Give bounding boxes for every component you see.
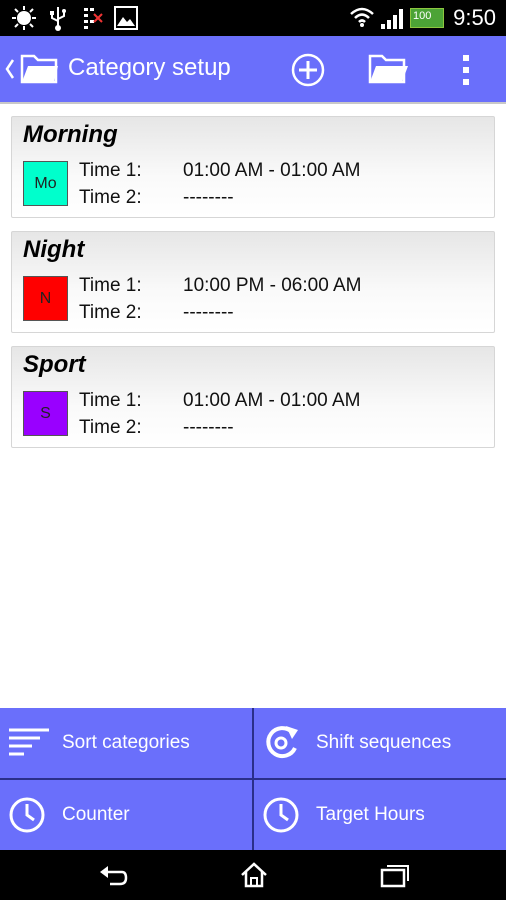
time1-value: 10:00 PM - 06:00 AM — [183, 275, 362, 296]
time2-value: -------- — [183, 302, 234, 323]
overflow-menu-icon[interactable] — [460, 52, 472, 88]
action-bar-divider — [0, 102, 506, 104]
category-abbr: N — [39, 289, 52, 307]
sort-categories-label: Sort categories — [62, 732, 190, 753]
image-icon — [114, 6, 138, 30]
back-icon[interactable] — [98, 862, 128, 888]
clock-time: 9:50 — [453, 5, 496, 30]
category-name: Sport — [23, 351, 86, 378]
clock-icon — [263, 797, 299, 833]
page-title: Category setup — [68, 54, 231, 81]
back-chevron-icon[interactable] — [4, 58, 16, 80]
category-abbr: S — [40, 404, 51, 422]
clock-icon — [9, 797, 45, 833]
category-abbr: Mo — [34, 174, 57, 192]
refresh-icon — [266, 726, 298, 759]
time2-label: Time 2: — [79, 417, 142, 438]
battery-icon: 100 — [410, 8, 444, 28]
time1-label: Time 1: — [79, 160, 142, 181]
category-color-swatch: Mo — [23, 161, 68, 206]
action-bar: Category setup — [0, 36, 506, 103]
battery-level: 100 — [413, 10, 432, 22]
shift-sequences-label: Shift sequences — [316, 732, 452, 753]
time2-label: Time 2: — [79, 302, 142, 323]
sim-icon — [84, 8, 103, 29]
home-icon[interactable] — [240, 862, 268, 888]
counter-button[interactable]: Counter — [0, 780, 252, 851]
recents-icon[interactable] — [380, 862, 410, 888]
category-card[interactable]: Night N Time 1: 10:00 PM - 06:00 AM Time… — [11, 231, 495, 333]
time2-value: -------- — [183, 417, 234, 438]
target-hours-button[interactable]: Target Hours — [254, 780, 506, 851]
time1-label: Time 1: — [79, 275, 142, 296]
open-folder-icon[interactable] — [368, 50, 410, 86]
folder-icon[interactable] — [20, 50, 60, 86]
sort-icon — [9, 728, 49, 756]
time2-value: -------- — [183, 187, 234, 208]
category-color-swatch: N — [23, 276, 68, 321]
time1-value: 01:00 AM - 01:00 AM — [183, 160, 361, 181]
category-color-swatch: S — [23, 391, 68, 436]
wifi-icon — [350, 7, 374, 27]
category-card[interactable]: Sport S Time 1: 01:00 AM - 01:00 AM Time… — [11, 346, 495, 448]
shift-sequences-button[interactable]: Shift sequences — [254, 708, 506, 779]
signal-icon — [381, 9, 403, 29]
target-hours-label: Target Hours — [316, 804, 425, 825]
navigation-bar — [0, 850, 506, 900]
add-icon[interactable] — [290, 52, 326, 88]
time2-label: Time 2: — [79, 187, 142, 208]
sort-categories-button[interactable]: Sort categories — [0, 708, 252, 779]
category-card[interactable]: Morning Mo Time 1: 01:00 AM - 01:00 AM T… — [11, 116, 495, 218]
status-bar: 100 9:50 — [0, 0, 506, 36]
time1-value: 01:00 AM - 01:00 AM — [183, 390, 361, 411]
counter-label: Counter — [62, 804, 130, 825]
debug-icon — [12, 6, 36, 30]
category-name: Night — [23, 236, 85, 263]
category-name: Morning — [23, 121, 118, 148]
time1-label: Time 1: — [79, 390, 142, 411]
grid-divider-horizontal — [0, 778, 506, 780]
usb-icon — [50, 7, 66, 31]
